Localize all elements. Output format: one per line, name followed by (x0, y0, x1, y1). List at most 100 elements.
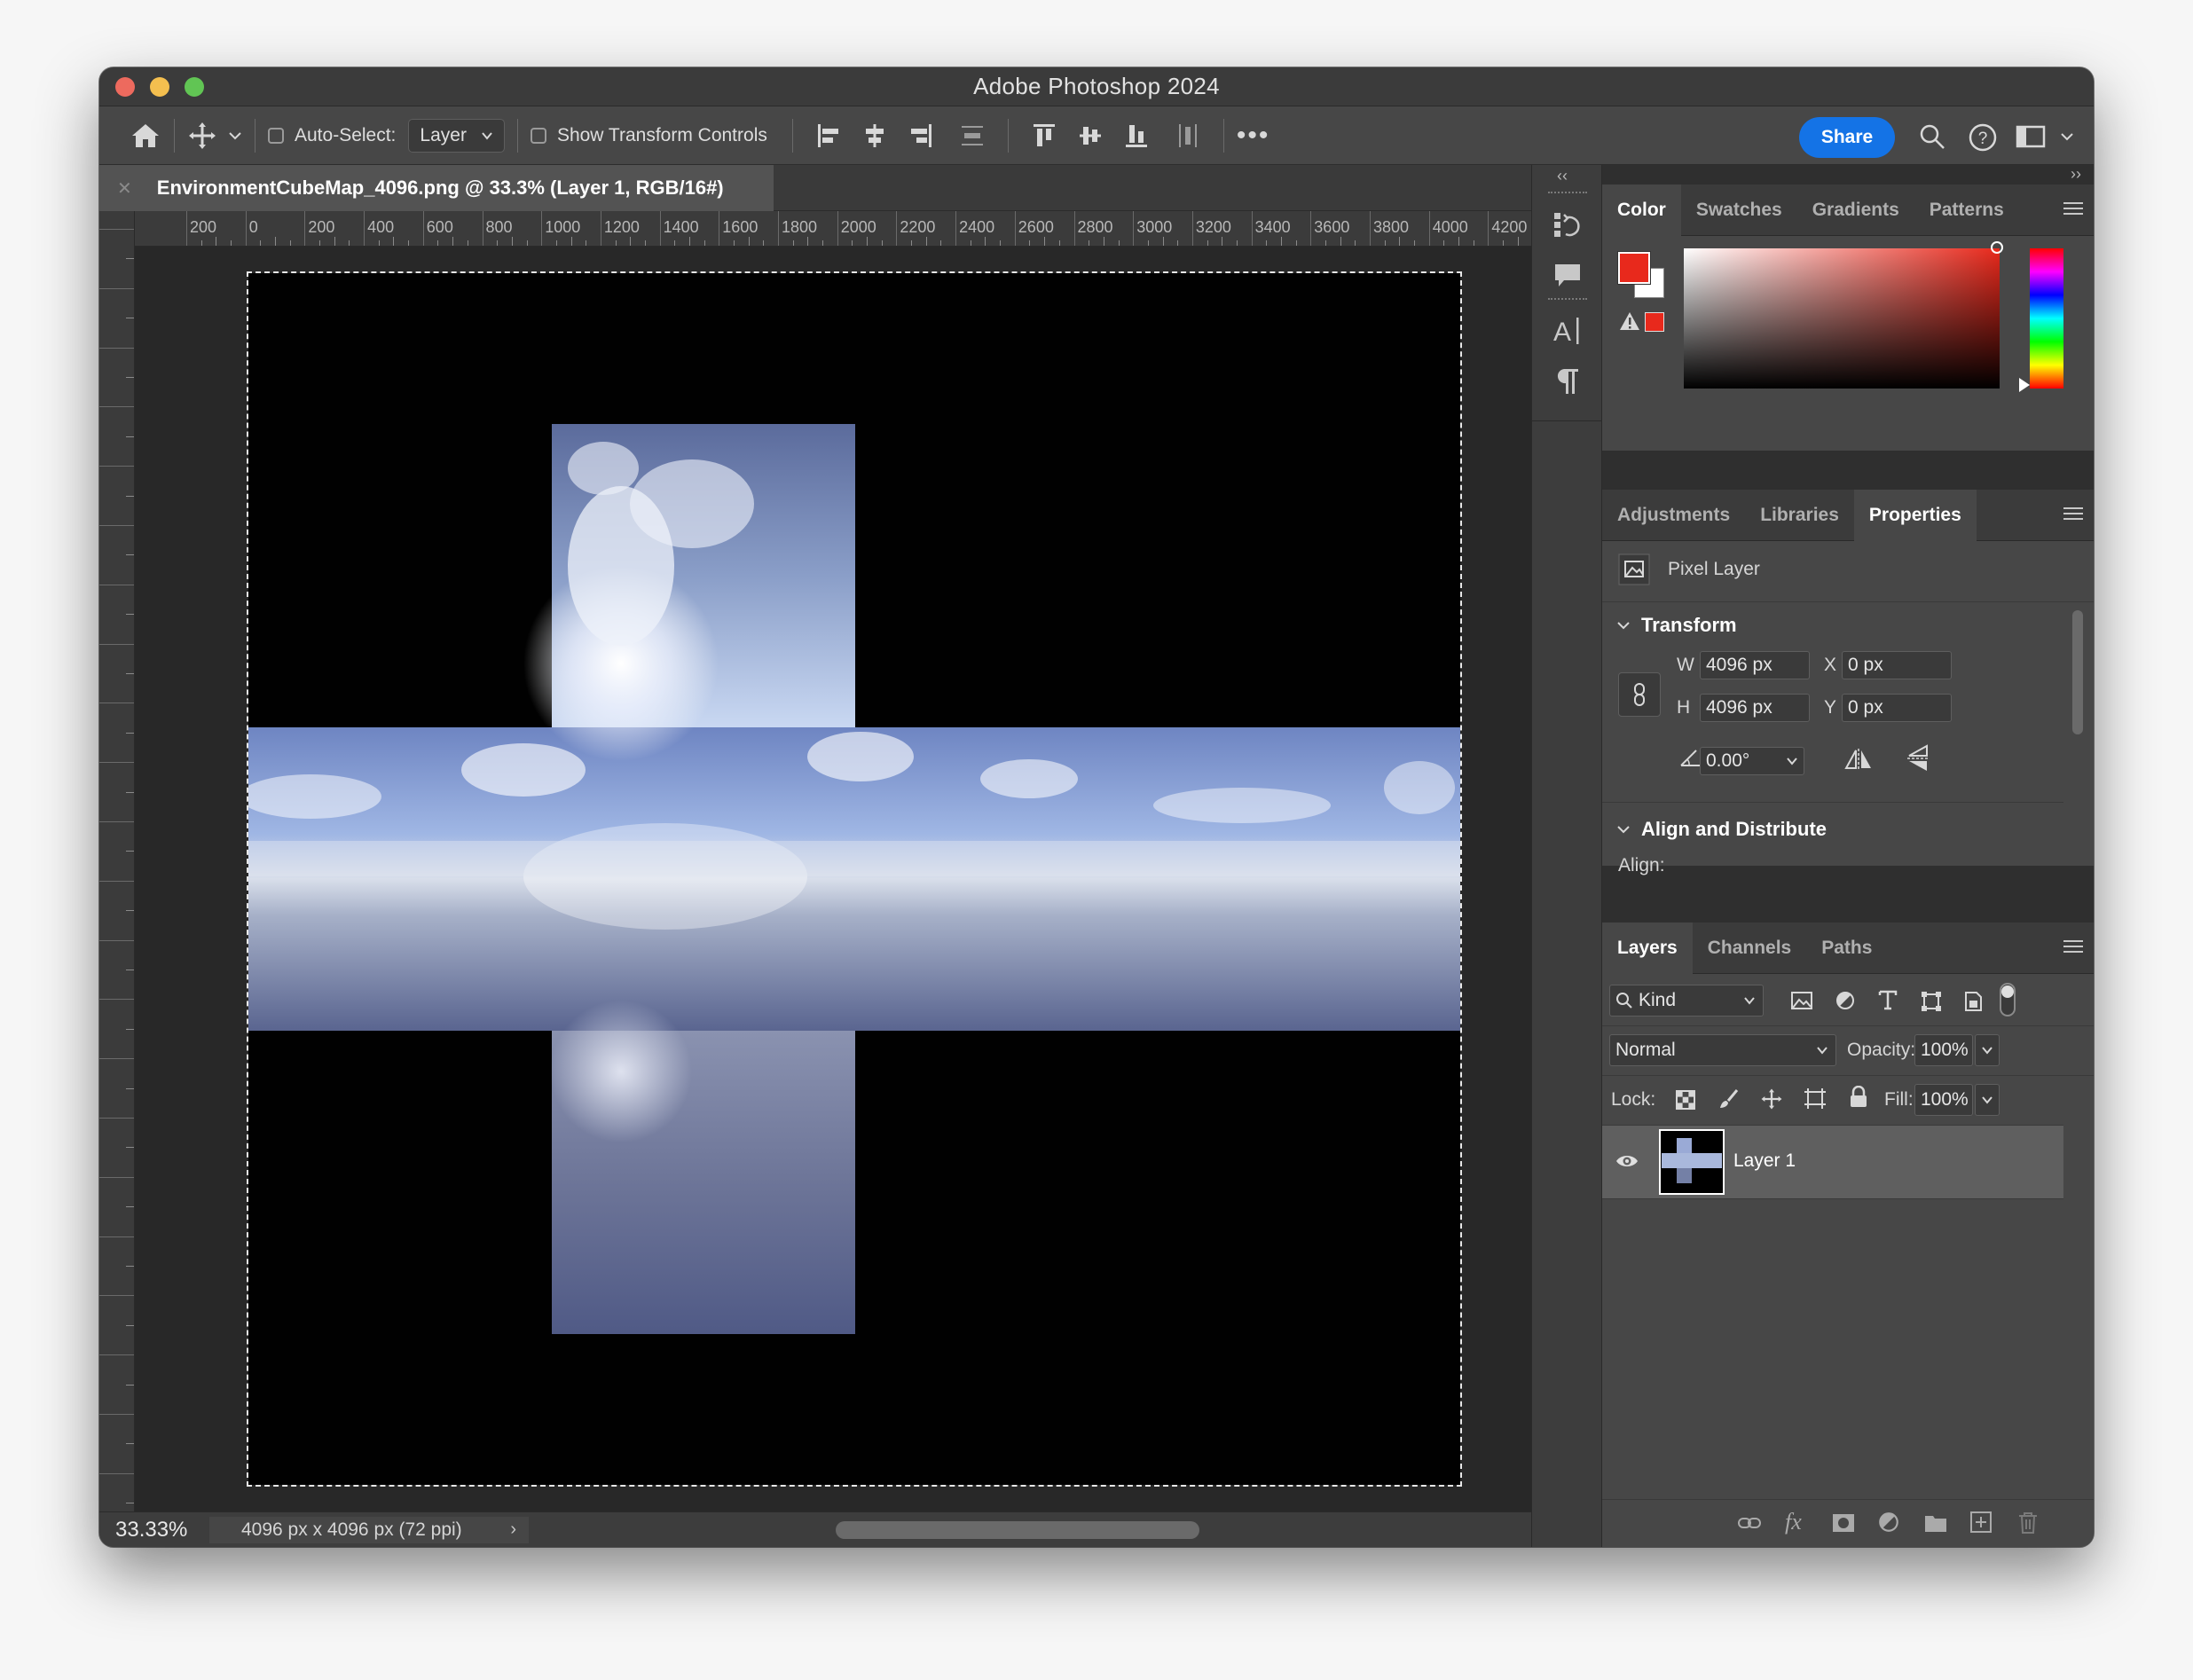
canvas-area[interactable] (135, 247, 1554, 1511)
tab-swatches[interactable]: Swatches (1681, 184, 1797, 236)
chevron-down-icon (482, 131, 492, 140)
tab-libraries[interactable]: Libraries (1745, 490, 1854, 541)
chevron-down-icon[interactable] (2060, 131, 2074, 142)
help-icon[interactable]: ? (1968, 122, 1998, 153)
tab-layers[interactable]: Layers (1602, 922, 1693, 974)
panel-menu-icon[interactable] (2063, 202, 2083, 218)
align-vertical-centers-icon[interactable] (1078, 122, 1103, 149)
character-icon[interactable]: A (1552, 314, 1584, 352)
align-right-edges-icon[interactable] (908, 122, 933, 149)
align-section-header[interactable]: Align and Distribute (1616, 818, 1827, 841)
document-canvas[interactable] (240, 271, 1462, 1487)
paragraph-icon[interactable] (1553, 365, 1582, 402)
fill-dropdown-icon[interactable] (1975, 1084, 2000, 1116)
distribute-horizontal-icon[interactable] (1175, 122, 1200, 149)
zoom-window-button[interactable] (185, 77, 204, 97)
auto-select-dropdown[interactable]: Layer (408, 118, 505, 153)
filter-toggle-switch[interactable] (2000, 983, 2016, 1017)
foreground-color-swatch[interactable] (1618, 252, 1650, 284)
minimize-window-button[interactable] (150, 77, 169, 97)
gamut-warning-icon[interactable] (1618, 310, 1641, 336)
history-icon[interactable] (1552, 209, 1584, 246)
fill-field[interactable]: 100% (1914, 1084, 1973, 1116)
panel-menu-icon[interactable] (2063, 507, 2083, 523)
tab-gradients[interactable]: Gradients (1797, 184, 1914, 236)
x-field[interactable]: 0 px (1842, 651, 1952, 679)
lock-artboard-icon[interactable] (1803, 1087, 1828, 1115)
align-left-edges-icon[interactable] (816, 122, 841, 149)
filter-type-icon[interactable] (1877, 988, 1898, 1016)
add-mask-icon[interactable] (1831, 1512, 1856, 1538)
hue-slider[interactable] (2030, 248, 2063, 389)
tab-properties[interactable]: Properties (1853, 489, 1977, 541)
tab-channels[interactable]: Channels (1693, 922, 1807, 974)
properties-scrollbar[interactable] (2072, 610, 2083, 734)
lock-pixels-icon[interactable] (1717, 1087, 1741, 1115)
opacity-field[interactable]: 100% (1914, 1034, 1973, 1066)
show-transform-checkbox[interactable] (530, 127, 546, 144)
layer-effects-icon[interactable]: fx (1785, 1509, 1802, 1535)
share-button[interactable]: Share (1799, 117, 1895, 158)
angle-value: 0.00° (1706, 750, 1750, 771)
tab-patterns[interactable]: Patterns (1914, 184, 2019, 236)
color-field[interactable] (1684, 248, 2000, 389)
document-tab[interactable]: ✕ EnvironmentCubeMap_4096.png @ 33.3% (L… (99, 165, 774, 211)
align-top-edges-icon[interactable] (1032, 122, 1057, 149)
zoom-level[interactable]: 33.33% (99, 1518, 209, 1543)
home-icon[interactable] (130, 122, 161, 150)
lock-all-icon[interactable] (1849, 1085, 1868, 1113)
y-field[interactable]: 0 px (1842, 694, 1952, 722)
filter-smart-object-icon[interactable] (1962, 990, 1984, 1017)
tab-paths[interactable]: Paths (1806, 922, 1887, 974)
width-field[interactable]: 4096 px (1700, 651, 1810, 679)
transform-title: Transform (1641, 614, 1737, 636)
filter-shape-icon[interactable] (1920, 990, 1943, 1017)
visibility-eye-icon[interactable] (1615, 1152, 1639, 1174)
new-adjustment-layer-icon[interactable] (1877, 1511, 1900, 1538)
ruler-tick (126, 1384, 134, 1386)
link-dimensions-button[interactable] (1618, 672, 1661, 717)
link-layers-icon[interactable] (1737, 1514, 1762, 1536)
lock-position-icon[interactable] (1760, 1087, 1783, 1115)
document-info[interactable]: 4096 px x 4096 px (72 ppi) › (209, 1516, 529, 1543)
move-tool-icon[interactable] (187, 121, 217, 151)
auto-select-checkbox[interactable] (268, 127, 284, 144)
hue-slider-handle[interactable] (2019, 378, 2030, 392)
tab-adjustments[interactable]: Adjustments (1602, 490, 1745, 541)
horizontal-scrollbar[interactable] (836, 1521, 1199, 1539)
layer-name[interactable]: Layer 1 (1733, 1150, 1796, 1172)
lock-transparent-icon[interactable] (1675, 1089, 1696, 1115)
chevron-down-icon[interactable] (228, 130, 242, 141)
collapse-panels-icon[interactable]: ‹‹ (1557, 167, 1568, 185)
opacity-dropdown-icon[interactable] (1975, 1034, 2000, 1066)
panel-menu-icon[interactable] (2063, 940, 2083, 956)
ruler-minor-tick (1295, 240, 1297, 246)
align-horizontal-centers-icon[interactable] (862, 122, 887, 149)
delete-layer-icon[interactable] (2017, 1511, 2039, 1540)
close-window-button[interactable] (115, 77, 135, 97)
angle-field[interactable]: 0.00° (1700, 747, 1804, 775)
filter-pixel-icon[interactable] (1790, 990, 1813, 1016)
blend-mode-dropdown[interactable]: Normal (1609, 1034, 1836, 1066)
more-options-icon[interactable]: ••• (1237, 121, 1270, 151)
new-group-icon[interactable] (1923, 1512, 1948, 1538)
close-tab-icon[interactable]: ✕ (117, 177, 132, 200)
layer-filter-dropdown[interactable]: Kind (1609, 985, 1764, 1017)
filter-adjustment-icon[interactable] (1835, 990, 1856, 1016)
layer-row[interactable]: Layer 1 (1602, 1125, 2063, 1199)
search-icon[interactable] (1918, 122, 1946, 151)
workspace-icon[interactable] (2016, 124, 2046, 149)
comments-icon[interactable] (1552, 261, 1584, 295)
height-field[interactable]: 4096 px (1700, 694, 1810, 722)
gamut-color-swatch[interactable] (1645, 312, 1664, 332)
flip-horizontal-icon[interactable] (1843, 747, 1874, 776)
align-bottom-edges-icon[interactable] (1124, 122, 1149, 149)
expand-panels-icon[interactable]: ›› (2071, 165, 2081, 184)
transform-section-header[interactable]: Transform (1616, 614, 1737, 637)
new-layer-icon[interactable] (1969, 1511, 1993, 1538)
flip-vertical-icon[interactable] (1906, 743, 1930, 778)
layer-thumbnail[interactable] (1659, 1129, 1725, 1195)
ruler-minor-tick (733, 240, 735, 246)
distribute-icon[interactable] (960, 122, 985, 149)
tab-color[interactable]: Color (1602, 184, 1681, 236)
